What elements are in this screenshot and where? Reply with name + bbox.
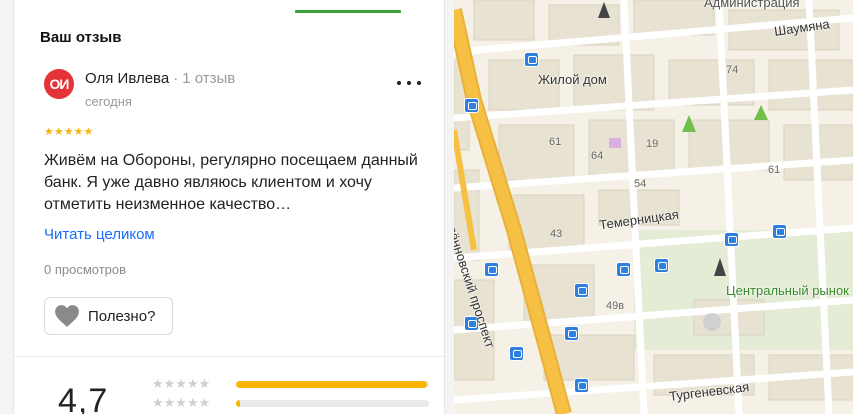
bus-stop-icon[interactable] [574,283,589,298]
distribution-bar [236,381,429,388]
distribution-bar [236,400,429,407]
review-rating-stars: ★★★★★ [44,126,94,138]
map-label-building: Жилой дом [538,72,607,87]
author-name[interactable]: Оля Ивлева [85,70,169,87]
panel-gutter [0,0,14,414]
bus-stop-icon[interactable] [724,232,739,247]
map-label-administration: Администрация [704,0,800,10]
views-count: 0 просмотров [44,262,127,277]
house-number: 61 [768,164,781,176]
avatar-initials: ОИ [49,76,70,92]
map-label-market: Центральный рынок [726,283,849,298]
house-number: 49в [606,300,625,312]
bus-stop-icon[interactable] [574,378,589,393]
panel-scroll-edge[interactable] [444,0,454,414]
bus-stop-icon[interactable] [484,262,499,277]
author-review-count: 1 отзыв [182,70,236,87]
review-text: Живём на Обороны, регулярно посещаем дан… [44,152,418,213]
house-number: 61 [549,136,562,148]
helpful-button[interactable]: Полезно? [44,297,173,335]
overall-rating: 4,7 [58,382,109,414]
distribution-stars: ★★★★★ [152,395,211,410]
distribution-bar-fill [236,381,428,388]
house-number: 43 [550,228,563,240]
read-more-link[interactable]: Читать целиком [44,226,155,243]
more-options-button[interactable] [397,76,421,90]
bus-stop-icon[interactable] [654,258,669,273]
house-number: 64 [591,150,604,162]
house-number: 74 [726,64,739,76]
bus-stop-icon[interactable] [772,224,787,239]
bus-stop-icon[interactable] [524,52,539,67]
bus-stop-icon[interactable] [564,326,579,341]
section-title: Ваш отзыв [40,29,122,46]
review-panel: Ваш отзыв ОИ Оля Ивлева · 1 отзыв сегодня … [0,0,454,414]
more-horizontal-icon [397,81,421,85]
section-divider [14,356,444,357]
distribution-stars: ★★★★★ [152,376,211,391]
bus-stop-icon[interactable] [464,98,479,113]
distribution-bar-fill [236,400,240,407]
active-tab-indicator [295,10,401,13]
author-line: Оля Ивлева · 1 отзыв [85,70,235,87]
heart-icon [55,305,79,327]
author-separator: · [173,70,179,87]
rating-distribution-row: ★★★★★ [152,376,432,391]
rating-distribution-row: ★★★★★ [152,395,432,410]
review-date: сегодня [85,94,132,109]
bus-stop-icon[interactable] [509,346,524,361]
avatar[interactable]: ОИ [44,69,74,99]
house-number: 19 [646,138,659,150]
bus-stop-icon[interactable] [616,262,631,277]
map-view[interactable]: Администрация Шаумяна Жилой дом Темерниц… [454,0,853,414]
house-number: 54 [634,178,647,190]
helpful-label: Полезно? [88,307,156,325]
